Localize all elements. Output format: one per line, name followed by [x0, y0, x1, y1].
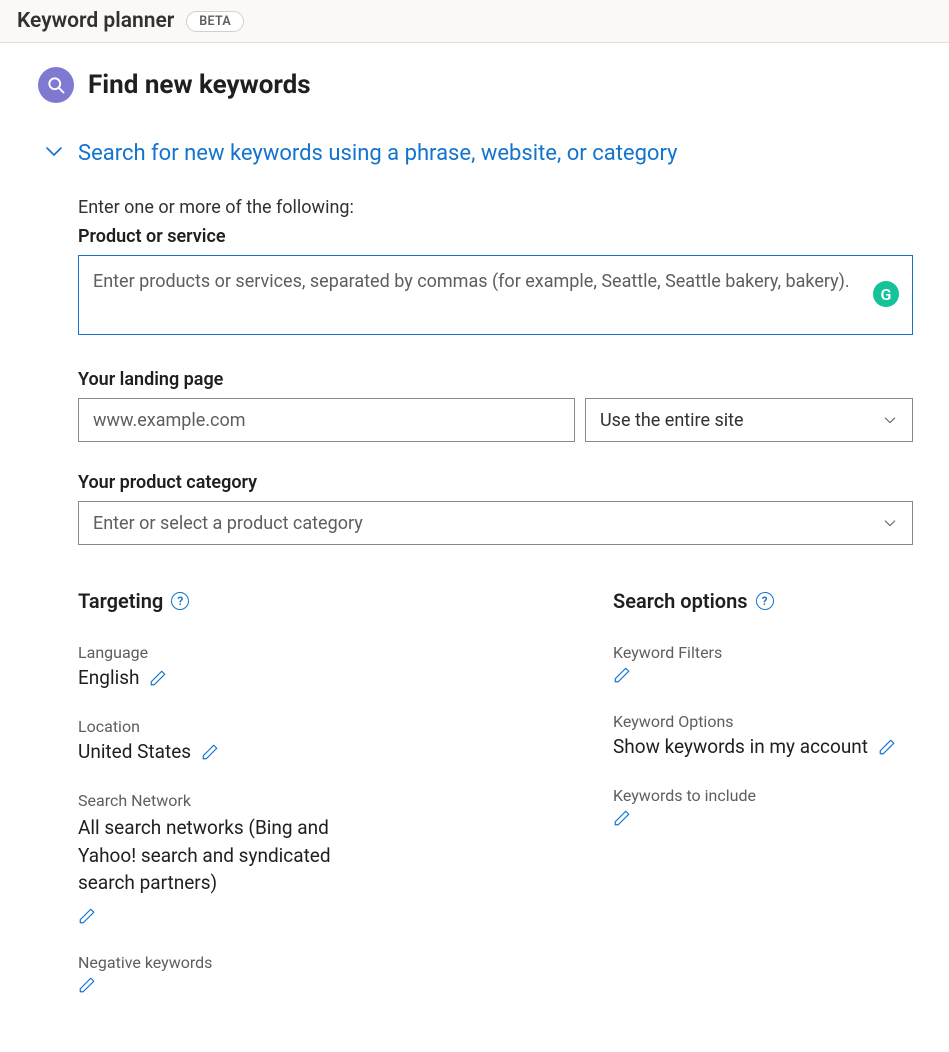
grammarly-icon[interactable]: G	[873, 281, 899, 307]
collapsible-section-label: Search for new keywords using a phrase, …	[78, 141, 678, 166]
negative-keywords-setting: Negative keywords	[78, 953, 573, 994]
keyword-options-value: Show keywords in my account	[613, 735, 868, 758]
edit-negative-keywords-button[interactable]	[78, 976, 96, 994]
edit-network-button[interactable]	[78, 907, 96, 925]
search-icon	[38, 67, 74, 103]
search-options-heading: Search options ?	[613, 589, 913, 613]
search-options-heading-text: Search options	[613, 589, 748, 613]
network-setting: Search Network All search networks (Bing…	[78, 791, 573, 925]
keywords-include-label: Keywords to include	[613, 786, 913, 805]
product-category-label: Your product category	[78, 472, 913, 493]
location-value: United States	[78, 740, 191, 763]
page-heading: Find new keywords	[38, 67, 913, 103]
keyword-filters-setting: Keyword Filters	[613, 643, 913, 684]
chevron-down-icon	[882, 412, 898, 428]
edit-keyword-options-button[interactable]	[878, 738, 896, 756]
chevron-down-icon	[42, 139, 66, 167]
product-service-label: Product or service	[78, 226, 913, 247]
edit-keyword-filters-button[interactable]	[613, 666, 631, 684]
settings-columns: Targeting ? Language English Location	[78, 589, 913, 1022]
search-options-column: Search options ? Keyword Filters Keyword…	[613, 589, 913, 1022]
network-label: Search Network	[78, 791, 573, 810]
landing-page-row: Use the entire site	[78, 398, 913, 442]
content-area: Find new keywords Search for new keyword…	[0, 43, 949, 1052]
chevron-down-icon	[882, 515, 898, 531]
help-icon[interactable]: ?	[171, 592, 189, 610]
location-label: Location	[78, 717, 573, 736]
landing-page-input[interactable]	[78, 398, 575, 442]
landing-page-label: Your landing page	[78, 369, 913, 390]
keyword-options-label: Keyword Options	[613, 712, 913, 731]
product-category-placeholder: Enter or select a product category	[93, 513, 363, 534]
keyword-filters-label: Keyword Filters	[613, 643, 913, 662]
edit-location-button[interactable]	[201, 743, 219, 761]
product-category-select[interactable]: Enter or select a product category	[78, 501, 913, 545]
keywords-include-setting: Keywords to include	[613, 786, 913, 827]
help-icon[interactable]: ?	[756, 592, 774, 610]
edit-keywords-include-button[interactable]	[613, 809, 631, 827]
product-service-field-wrap: G	[78, 255, 913, 339]
language-value: English	[78, 666, 139, 689]
collapsible-section-toggle[interactable]: Search for new keywords using a phrase, …	[38, 139, 913, 167]
site-scope-value: Use the entire site	[600, 410, 744, 431]
targeting-heading: Targeting ?	[78, 589, 573, 613]
language-label: Language	[78, 643, 573, 662]
header-bar: Keyword planner BETA	[0, 0, 949, 43]
language-setting: Language English	[78, 643, 573, 689]
form-area: Enter one or more of the following: Prod…	[38, 197, 913, 1022]
targeting-column: Targeting ? Language English Location	[78, 589, 573, 1022]
product-service-input[interactable]	[78, 255, 913, 335]
site-scope-select[interactable]: Use the entire site	[585, 398, 913, 442]
negative-keywords-label: Negative keywords	[78, 953, 573, 972]
app-title: Keyword planner	[17, 9, 174, 33]
form-instructions: Enter one or more of the following:	[78, 197, 913, 218]
page-title: Find new keywords	[88, 70, 311, 100]
location-setting: Location United States	[78, 717, 573, 763]
keyword-options-setting: Keyword Options Show keywords in my acco…	[613, 712, 913, 758]
targeting-heading-text: Targeting	[78, 589, 163, 613]
beta-badge: BETA	[186, 11, 244, 32]
network-value: All search networks (Bing and Yahoo! sea…	[78, 814, 338, 897]
edit-language-button[interactable]	[149, 669, 167, 687]
